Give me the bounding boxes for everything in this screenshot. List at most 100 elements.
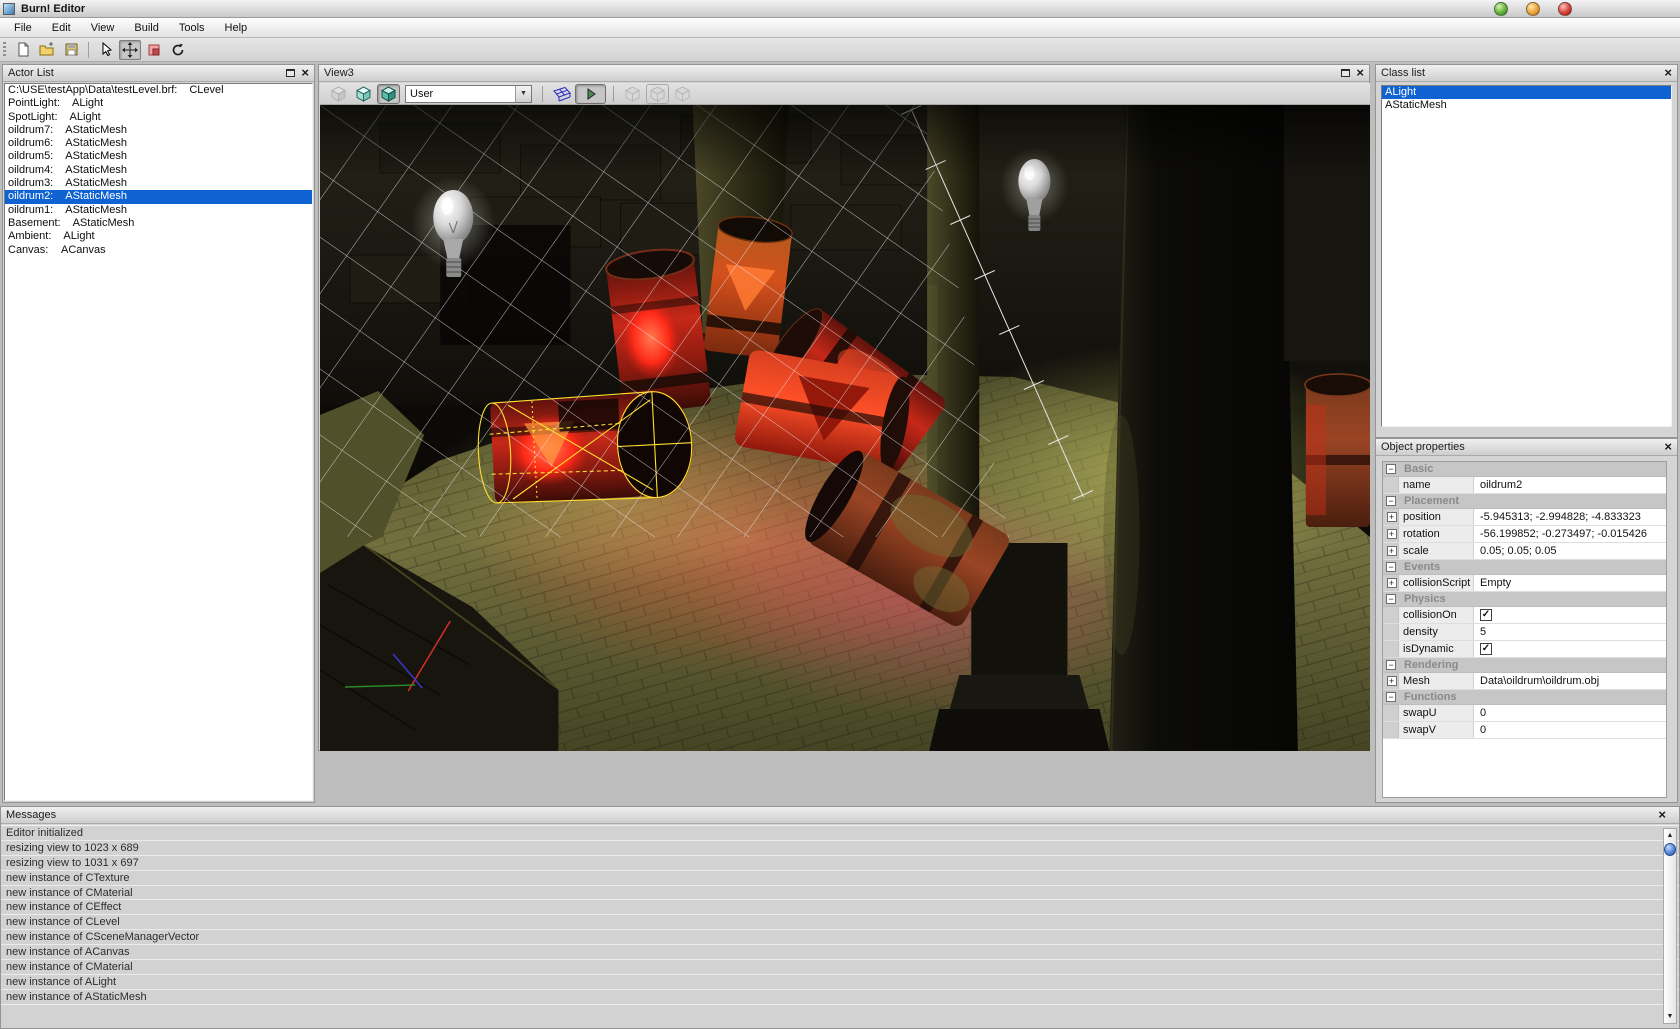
- collapse-icon[interactable]: −: [1386, 692, 1396, 702]
- expand-icon[interactable]: +: [1387, 676, 1397, 686]
- minimize-button[interactable]: [1494, 2, 1508, 16]
- object-properties-header[interactable]: Object properties ×: [1376, 439, 1677, 456]
- menu-build[interactable]: Build: [124, 20, 168, 36]
- expand-icon[interactable]: +: [1387, 546, 1397, 556]
- actor-row[interactable]: oildrum7:AStaticMesh: [5, 124, 312, 137]
- property-row-swapv[interactable]: swapV 0: [1383, 722, 1666, 739]
- cube-a-button[interactable]: [621, 84, 644, 104]
- wireframe-view-button[interactable]: [327, 84, 350, 104]
- property-row-mesh[interactable]: + Mesh Data\oildrum\oildrum.obj: [1383, 673, 1666, 690]
- camera-mode-dropdown[interactable]: User ▼: [405, 85, 532, 103]
- select-tool-button[interactable]: [95, 40, 117, 60]
- cube-c-button[interactable]: [671, 84, 694, 104]
- log-line: new instance of CTexture: [1, 871, 1679, 886]
- actor-row[interactable]: SpotLight:ALight: [5, 111, 312, 124]
- property-row-rotation[interactable]: + rotation -56.199852; -0.273497; -0.015…: [1383, 526, 1666, 543]
- close-button[interactable]: [1558, 2, 1572, 16]
- cube-b-button[interactable]: [646, 84, 669, 104]
- open-file-button[interactable]: [36, 40, 58, 60]
- menu-edit[interactable]: Edit: [42, 20, 81, 36]
- log-line: Editor initialized: [1, 826, 1679, 841]
- close-panel-icon[interactable]: ×: [1664, 442, 1672, 452]
- category-events[interactable]: − Events: [1383, 560, 1666, 575]
- rotate-tool-button[interactable]: [167, 40, 189, 60]
- actor-row[interactable]: Ambient:ALight: [5, 230, 312, 243]
- disabled-cube-icon: [674, 86, 691, 102]
- grid-toggle-button[interactable]: [550, 84, 573, 104]
- actor-row[interactable]: oildrum4:AStaticMesh: [5, 164, 312, 177]
- property-row-collisionscript[interactable]: + collisionScript Empty: [1383, 575, 1666, 592]
- expand-icon[interactable]: +: [1387, 578, 1397, 588]
- actor-row[interactable]: oildrum3:AStaticMesh: [5, 177, 312, 190]
- scrollbar-thumb[interactable]: [1664, 843, 1676, 856]
- category-rendering[interactable]: − Rendering: [1383, 658, 1666, 673]
- actor-row-selected[interactable]: oildrum2:AStaticMesh: [5, 190, 312, 203]
- expand-icon[interactable]: +: [1387, 512, 1397, 522]
- move-tool-button[interactable]: [119, 40, 141, 60]
- close-panel-icon[interactable]: ×: [1658, 810, 1666, 820]
- object-properties-panel: Object properties × − Basic name oildrum…: [1375, 438, 1678, 803]
- close-panel-icon[interactable]: ×: [1664, 68, 1672, 78]
- oildrum-right-edge[interactable]: [1305, 374, 1370, 527]
- close-panel-icon[interactable]: ×: [301, 68, 309, 78]
- scroll-up-button[interactable]: ▲: [1664, 829, 1676, 842]
- category-functions[interactable]: − Functions: [1383, 690, 1666, 705]
- textured-view-button[interactable]: [377, 84, 400, 104]
- category-placement[interactable]: − Placement: [1383, 494, 1666, 509]
- property-row-collisionon[interactable]: collisionOn ✓: [1383, 607, 1666, 624]
- actor-row[interactable]: oildrum5:AStaticMesh: [5, 150, 312, 163]
- collapse-icon[interactable]: −: [1386, 562, 1396, 572]
- actor-row[interactable]: oildrum1:AStaticMesh: [5, 204, 312, 217]
- maximize-button[interactable]: [1526, 2, 1540, 16]
- checkbox-checked[interactable]: ✓: [1480, 643, 1492, 655]
- property-row-swapu[interactable]: swapU 0: [1383, 705, 1666, 722]
- toolbar-grip[interactable]: [3, 42, 6, 58]
- actor-list-header[interactable]: Actor List ×: [3, 65, 314, 82]
- collapse-icon[interactable]: −: [1386, 660, 1396, 670]
- menu-file[interactable]: File: [4, 20, 42, 36]
- class-row-selected[interactable]: ALight: [1382, 86, 1671, 99]
- class-row[interactable]: AStaticMesh: [1382, 99, 1671, 112]
- property-row-position[interactable]: + position -5.945313; -2.994828; -4.8333…: [1383, 509, 1666, 526]
- messages-panel: Messages × Editor initialized resizing v…: [0, 806, 1680, 1029]
- actor-row[interactable]: C:\USE\testApp\Data\testLevel.brf:CLevel: [5, 84, 312, 97]
- shaded-view-button[interactable]: [352, 84, 375, 104]
- messages-header[interactable]: Messages ×: [1, 807, 1679, 824]
- collapse-icon[interactable]: −: [1386, 594, 1396, 604]
- actor-listbox[interactable]: C:\USE\testApp\Data\testLevel.brf:CLevel…: [4, 83, 313, 801]
- expand-icon[interactable]: +: [1387, 529, 1397, 539]
- class-listbox[interactable]: ALight AStaticMesh: [1381, 85, 1672, 427]
- category-basic[interactable]: − Basic: [1383, 462, 1666, 477]
- scale-tool-button[interactable]: [143, 40, 165, 60]
- view3-panel: View3 × User ▼: [318, 64, 1370, 751]
- actor-row[interactable]: Basement:AStaticMesh: [5, 217, 312, 230]
- collapse-icon[interactable]: −: [1386, 464, 1396, 474]
- class-list-header[interactable]: Class list ×: [1376, 65, 1677, 82]
- viewport-3d-scene[interactable]: [320, 105, 1370, 751]
- actor-row[interactable]: Canvas:ACanvas: [5, 244, 312, 257]
- actor-row[interactable]: oildrum6:AStaticMesh: [5, 137, 312, 150]
- float-panel-icon[interactable]: [1341, 69, 1350, 77]
- new-document-button[interactable]: [12, 40, 34, 60]
- cursor-arrow-icon: [99, 42, 113, 57]
- float-panel-icon[interactable]: [286, 69, 295, 77]
- property-row-scale[interactable]: + scale 0.05; 0.05; 0.05: [1383, 543, 1666, 560]
- category-physics[interactable]: − Physics: [1383, 592, 1666, 607]
- messages-scrollbar[interactable]: ▲ ▼: [1663, 828, 1677, 1024]
- property-row-isdynamic[interactable]: isDynamic ✓: [1383, 641, 1666, 658]
- play-button[interactable]: [575, 84, 606, 104]
- checkbox-checked[interactable]: ✓: [1480, 609, 1492, 621]
- actor-row[interactable]: PointLight:ALight: [5, 97, 312, 110]
- chevron-down-icon[interactable]: ▼: [515, 86, 531, 102]
- save-file-button[interactable]: [60, 40, 82, 60]
- actor-list-panel: Actor List × C:\USE\testApp\Data\testLev…: [2, 64, 315, 803]
- menu-help[interactable]: Help: [215, 20, 258, 36]
- close-panel-icon[interactable]: ×: [1356, 68, 1364, 78]
- property-row-name[interactable]: name oildrum2: [1383, 477, 1666, 494]
- property-row-density[interactable]: density 5: [1383, 624, 1666, 641]
- collapse-icon[interactable]: −: [1386, 496, 1396, 506]
- menu-view[interactable]: View: [81, 20, 125, 36]
- view3-header[interactable]: View3 ×: [319, 65, 1369, 82]
- scroll-down-button[interactable]: ▼: [1664, 1010, 1676, 1023]
- menu-tools[interactable]: Tools: [169, 20, 215, 36]
